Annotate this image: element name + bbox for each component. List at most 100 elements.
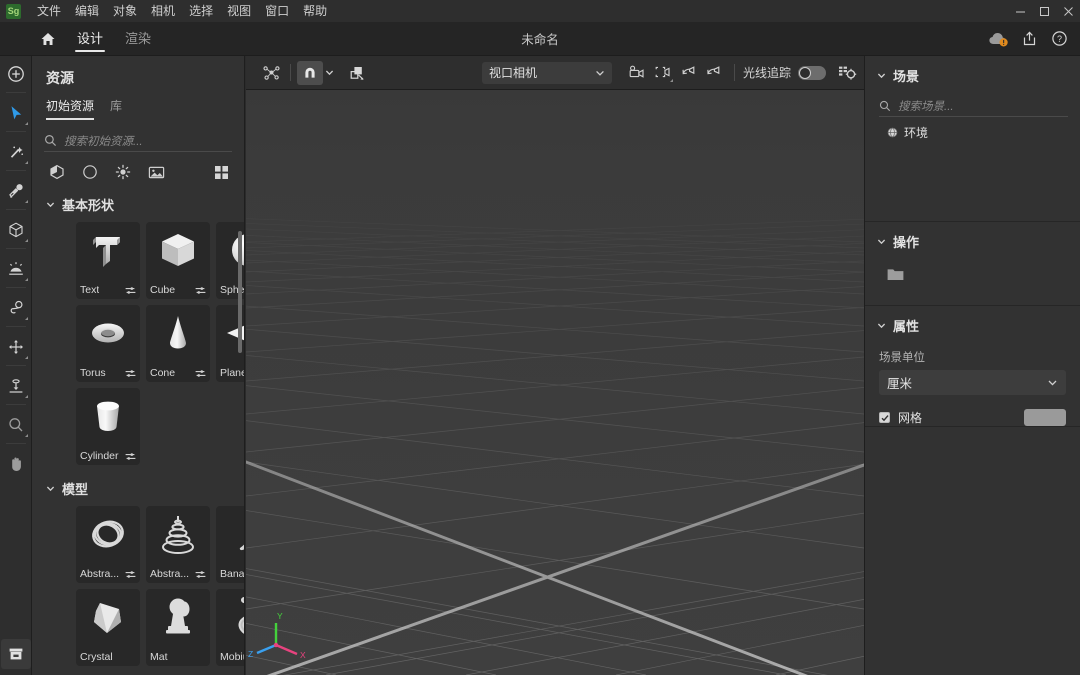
properties-section-header[interactable]: 属性 (865, 306, 1080, 343)
move-icon[interactable] (1, 332, 31, 362)
assets-search[interactable]: 搜索初始资源... (44, 130, 232, 152)
add-icon[interactable] (1, 59, 31, 89)
viewport-3d[interactable]: Y X Z (246, 90, 864, 675)
tab-starter-assets[interactable]: 初始资源 (46, 96, 95, 120)
scene-search[interactable]: 搜索场景... (879, 95, 1068, 117)
home-icon[interactable] (30, 22, 66, 56)
minimize-icon[interactable] (1008, 0, 1032, 22)
asset-card-mobius[interactable]: Mobius s... (216, 589, 244, 666)
scene-unit-select[interactable]: 厘米 (879, 370, 1066, 395)
grid-view-icon[interactable] (212, 163, 230, 181)
chevron-down-icon (1048, 380, 1057, 386)
chevron-down-icon (877, 323, 886, 329)
snap-options-chevron-down-icon[interactable] (323, 68, 336, 77)
asset-card-cone[interactable]: Cone (146, 305, 210, 382)
scene-unit-value: 厘米 (887, 377, 913, 391)
object-cube-icon[interactable] (1, 215, 31, 245)
render-settings-icon[interactable] (834, 61, 860, 85)
asset-thumb (146, 506, 210, 562)
asset-thumb (216, 506, 244, 562)
asset-card-torus[interactable]: Torus (76, 305, 140, 382)
menu-file[interactable]: 文件 (30, 0, 68, 22)
grid-color-swatch[interactable] (1024, 409, 1066, 426)
snap-objects-icon[interactable] (344, 61, 370, 85)
asset-card-text[interactable]: Text (76, 222, 140, 299)
asset-card-cylinder[interactable]: Cylinder (76, 388, 140, 465)
grid-checkbox[interactable] (879, 412, 890, 423)
magic-wand-icon[interactable] (1, 137, 31, 167)
archive-box-icon[interactable] (0, 639, 31, 669)
undo-camera-icon[interactable] (676, 61, 702, 85)
menu-camera[interactable]: 相机 (144, 0, 182, 22)
chevron-down-icon (46, 202, 55, 208)
folder-icon[interactable] (887, 267, 904, 281)
assets-scrollbar[interactable] (238, 231, 242, 353)
asset-options-icon[interactable] (125, 452, 136, 461)
magnet-snap-icon[interactable] (297, 60, 323, 85)
menu-object[interactable]: 对象 (106, 0, 144, 22)
actions-section-header[interactable]: 操作 (865, 222, 1080, 259)
light-filter-icon[interactable] (114, 163, 132, 181)
asset-options-icon[interactable] (195, 369, 206, 378)
asset-card-banana[interactable]: Banana (216, 506, 245, 583)
asset-card-crystal[interactable]: Crystal (76, 589, 140, 666)
chevron-down-icon (596, 70, 604, 76)
material-filter-icon[interactable] (81, 163, 99, 181)
tab-design[interactable]: 设计 (66, 22, 114, 56)
pan-hand-icon[interactable] (1, 449, 31, 479)
environment-filter-icon[interactable] (147, 163, 165, 181)
asset-label: Plane (220, 367, 245, 379)
tab-render[interactable]: 渲染 (114, 22, 162, 56)
redo-camera-icon[interactable] (702, 61, 728, 85)
asset-options-icon[interactable] (125, 570, 136, 579)
properties-title: 属性 (893, 319, 920, 334)
asset-card-mat[interactable]: Mat (146, 589, 210, 666)
menu-edit[interactable]: 编辑 (68, 0, 106, 22)
asset-label: Cylinder (80, 450, 119, 462)
window-controls (1008, 0, 1080, 22)
tool-divider (5, 170, 26, 171)
section-header-basic-shapes[interactable]: 基本形状 (32, 181, 244, 222)
menu-window[interactable]: 窗口 (258, 0, 296, 22)
toolbar-divider (733, 64, 735, 81)
camera-add-icon[interactable] (624, 61, 650, 85)
help-icon[interactable]: ? (1046, 26, 1072, 52)
maximize-icon[interactable] (1032, 0, 1056, 22)
camera-select[interactable]: 视口相机 (481, 61, 612, 84)
asset-card-abstract-1[interactable]: Abstra... (76, 506, 140, 583)
scene-title: 场景 (893, 69, 920, 84)
camera-frame-icon[interactable] (650, 61, 676, 85)
section-header-models[interactable]: 模型 (32, 465, 244, 506)
asset-options-icon[interactable] (125, 369, 136, 378)
asset-options-icon[interactable] (195, 570, 206, 579)
tab-library[interactable]: 库 (110, 96, 122, 120)
light-icon[interactable] (1, 254, 31, 284)
physics-bounce-icon[interactable] (1, 293, 31, 323)
asset-card-abstract-2[interactable]: Abstra... (146, 506, 210, 583)
raytrace-toggle[interactable] (798, 65, 826, 80)
share-export-icon[interactable] (1016, 26, 1042, 52)
scene-section-header[interactable]: 场景 (865, 56, 1080, 93)
cloud-warning-icon[interactable] (986, 26, 1012, 52)
asset-options-icon[interactable] (125, 286, 136, 295)
window-title-bar: Sg 文件 编辑 对象 相机 选择 视图 窗口 帮助 (0, 0, 1080, 22)
asset-card-cube[interactable]: Cube (146, 222, 210, 299)
right-panel: 场景 搜索场景... 环境 操作 属性 场景单位 厘米 网格 (864, 56, 1080, 675)
eyedropper-icon[interactable] (1, 176, 31, 206)
select-arrow-icon[interactable] (1, 98, 31, 128)
close-icon[interactable] (1056, 0, 1080, 22)
model-filter-icon[interactable] (48, 163, 66, 181)
menu-select[interactable]: 选择 (182, 0, 220, 22)
tool-divider (5, 209, 26, 210)
asset-options-icon[interactable] (195, 286, 206, 295)
pivot-point-icon[interactable] (258, 61, 284, 85)
asset-card-label-row: Mobius s... (220, 651, 244, 663)
scene-item-environment[interactable]: 环境 (865, 117, 1080, 141)
zoom-magnifier-icon[interactable] (1, 410, 31, 440)
menu-help[interactable]: 帮助 (296, 0, 334, 22)
asset-card-label-row: Torus (80, 367, 136, 379)
assets-panel-title: 资源 (46, 70, 74, 86)
menu-view[interactable]: 视图 (220, 0, 258, 22)
drop-to-surface-icon[interactable] (1, 371, 31, 401)
asset-label: Banana (220, 568, 245, 580)
